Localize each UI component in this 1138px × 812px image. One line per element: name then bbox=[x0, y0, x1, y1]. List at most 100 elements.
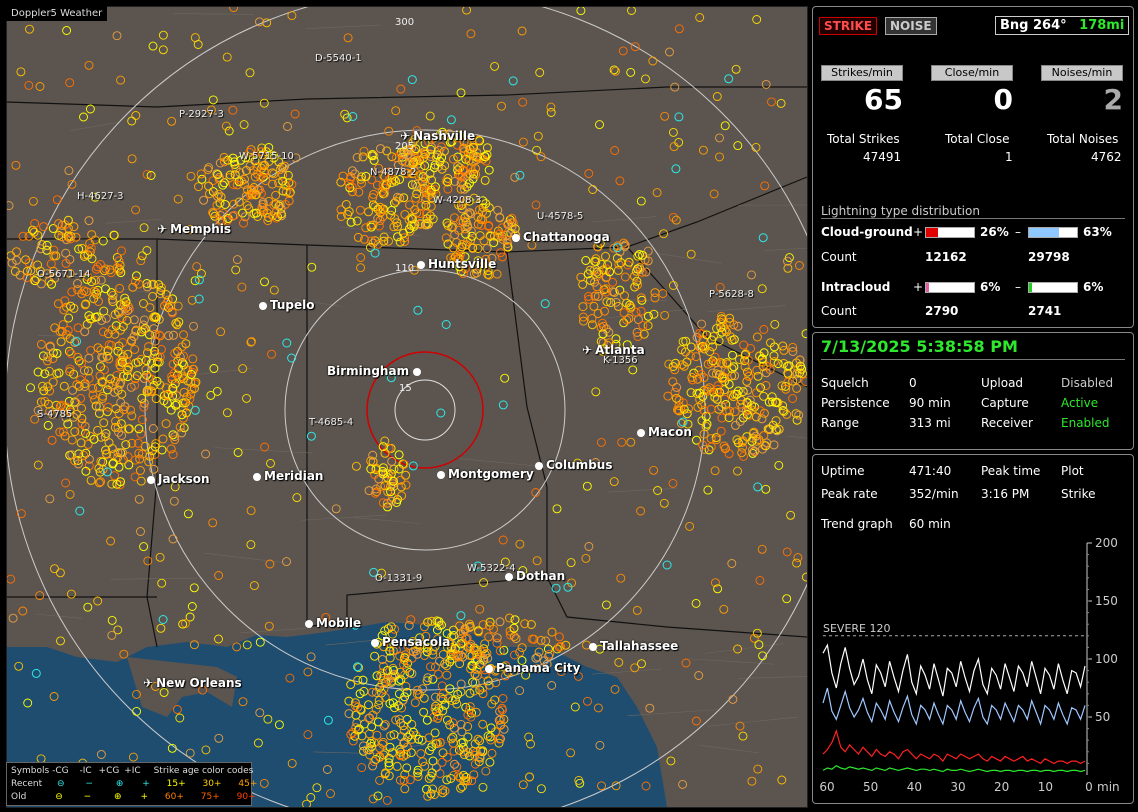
strike-symbol bbox=[174, 195, 182, 203]
strike-symbol bbox=[628, 7, 636, 15]
strike-symbol bbox=[687, 250, 695, 258]
storm-cell-label[interactable]: D-5540-1 bbox=[315, 53, 362, 64]
cg-positive-count: 12162 bbox=[925, 250, 967, 264]
strike-symbol bbox=[86, 105, 94, 113]
strike-symbol bbox=[207, 391, 215, 399]
peak-rate-value: 352/min bbox=[909, 487, 959, 501]
strike-symbol bbox=[36, 592, 44, 600]
storm-cell-label[interactable]: S-4785 bbox=[37, 409, 72, 420]
strike-symbol bbox=[753, 366, 761, 374]
age-15: 15+ bbox=[167, 779, 186, 789]
strike-symbol bbox=[85, 61, 93, 69]
storm-cell-label[interactable]: K-1356 bbox=[603, 355, 638, 366]
strike-symbol bbox=[356, 206, 364, 214]
persistence-label: Persistence bbox=[821, 396, 890, 410]
storm-cell-label[interactable]: H-4627-3 bbox=[77, 191, 124, 202]
storm-cell-label[interactable]: O-1331-9 bbox=[375, 573, 422, 584]
bearing-value: Bng 264° bbox=[1000, 18, 1067, 33]
storm-cell-label[interactable]: O-5671-14 bbox=[37, 269, 91, 280]
strike-symbol bbox=[180, 331, 188, 339]
strike-symbol bbox=[80, 113, 88, 121]
strike-symbol bbox=[679, 780, 687, 788]
recent-strike-symbol bbox=[675, 113, 683, 121]
strike-symbol bbox=[100, 307, 108, 315]
county-line bbox=[70, 122, 118, 130]
neg-ic-symbol-icon: − bbox=[85, 779, 93, 789]
storm-cell-label[interactable]: W-5322-4 bbox=[467, 563, 516, 574]
strike-symbol bbox=[159, 31, 167, 39]
cloud-ground-label: Cloud-ground bbox=[821, 225, 913, 239]
strike-symbol bbox=[753, 333, 761, 341]
strike-symbol bbox=[802, 573, 807, 581]
strike-symbol bbox=[62, 249, 70, 257]
strike-symbol bbox=[675, 25, 683, 33]
storm-cell-label[interactable]: P-2927-3 bbox=[179, 109, 224, 120]
strike-symbol bbox=[637, 507, 645, 515]
strike-symbol bbox=[367, 465, 375, 473]
strike-symbol bbox=[498, 102, 506, 110]
strike-symbol bbox=[739, 732, 747, 740]
strikes-per-min-value: 65 bbox=[819, 83, 903, 116]
strike-symbol bbox=[256, 18, 264, 26]
county-line bbox=[592, 669, 662, 674]
strike-symbol bbox=[118, 247, 126, 255]
county-line bbox=[111, 578, 197, 579]
strike-symbol bbox=[46, 495, 54, 503]
strike-symbol bbox=[736, 722, 744, 730]
noise-button[interactable]: NOISE bbox=[885, 17, 937, 35]
lightning-map[interactable]: ✈ Nashville ✈ Memphis Chattanooga Huntsville T… bbox=[6, 6, 808, 808]
city-name: Memphis bbox=[170, 222, 231, 236]
legend-age-title: Strike age color codes bbox=[154, 766, 254, 776]
strike-symbol bbox=[577, 7, 585, 15]
strike-symbol bbox=[272, 191, 280, 199]
strike-button[interactable]: STRIKE bbox=[819, 17, 877, 35]
strike-symbol bbox=[77, 439, 85, 447]
storm-cell-label[interactable]: T-4685-4 bbox=[309, 417, 353, 428]
strike-symbol bbox=[754, 765, 762, 773]
strike-symbol bbox=[397, 85, 405, 93]
strike-symbol bbox=[729, 695, 737, 703]
strike-symbol bbox=[698, 320, 706, 328]
storm-cell-label[interactable]: P-5628-8 bbox=[709, 289, 754, 300]
neg-cg-symbol-icon: ⊖ bbox=[57, 779, 65, 789]
strike-symbol bbox=[669, 128, 677, 136]
legend-pos-ic: +IC bbox=[124, 766, 140, 776]
range-value: 313 mi bbox=[909, 416, 951, 430]
strike-symbol bbox=[113, 32, 121, 40]
strike-symbol bbox=[610, 478, 618, 486]
strike-symbol bbox=[692, 599, 700, 607]
window-title: Doppler5 Weather bbox=[6, 6, 107, 21]
strike-symbol bbox=[519, 138, 527, 146]
strike-symbol bbox=[223, 409, 231, 417]
strike-symbol bbox=[130, 316, 138, 324]
strike-symbol bbox=[794, 554, 802, 562]
strikes-per-min-header: Strikes/min bbox=[821, 65, 903, 81]
state-border bbox=[547, 577, 807, 637]
strike-symbol bbox=[187, 172, 195, 180]
recent-strike-symbol bbox=[414, 306, 422, 314]
capture-value: Active bbox=[1061, 396, 1098, 410]
strike-symbol bbox=[548, 628, 556, 636]
strike-symbol bbox=[146, 304, 154, 312]
storm-cell-label[interactable]: N-4878-2 bbox=[370, 167, 417, 178]
plot-value[interactable]: Strike bbox=[1061, 487, 1096, 501]
city-pensacola: Pensacola bbox=[371, 635, 450, 649]
strike-symbol bbox=[12, 161, 20, 169]
storm-cell-label[interactable]: U-4578-5 bbox=[537, 211, 583, 222]
strike-symbol bbox=[675, 138, 683, 146]
city-huntsville: Huntsville bbox=[417, 257, 496, 271]
storm-cell-label[interactable]: W-4208-3 bbox=[433, 195, 482, 206]
strike-symbol bbox=[653, 189, 661, 197]
strike-symbol bbox=[78, 414, 86, 422]
strike-symbol bbox=[748, 271, 756, 279]
strike-symbol bbox=[142, 366, 150, 374]
strike-symbol bbox=[716, 134, 724, 142]
strike-symbol bbox=[193, 263, 201, 271]
strike-symbol bbox=[518, 27, 526, 35]
strike-symbol bbox=[159, 435, 167, 443]
strike-symbol bbox=[143, 247, 151, 255]
strike-symbol bbox=[579, 303, 587, 311]
storm-cell-label[interactable]: W-5715-10 bbox=[239, 151, 294, 162]
trend-graph-value[interactable]: 60 min bbox=[909, 517, 951, 531]
uptime-value: 471:40 bbox=[909, 464, 951, 478]
